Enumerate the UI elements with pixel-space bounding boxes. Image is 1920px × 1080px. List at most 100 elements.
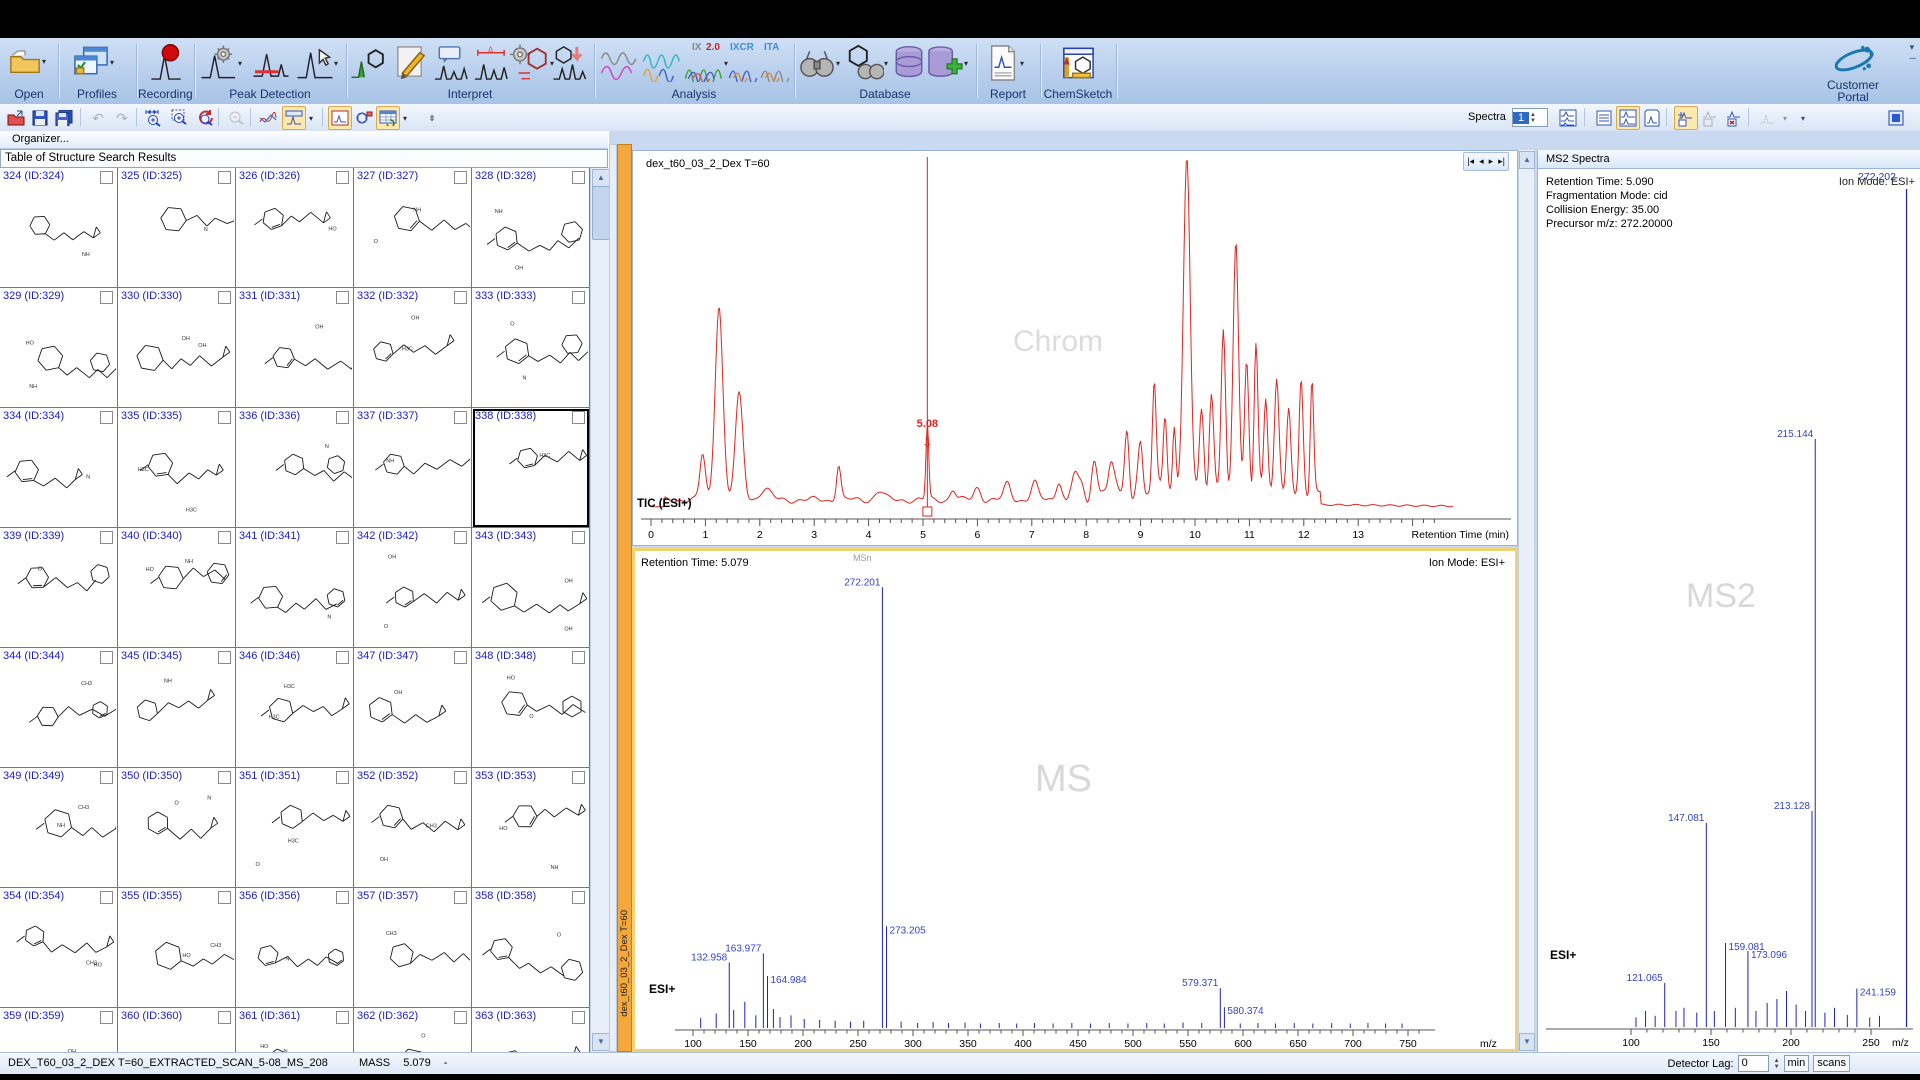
structure-cell[interactable]: 337 (ID:337)NH [354,408,472,528]
structure-cell[interactable]: 362 (ID:362)H3CO [354,1008,472,1052]
interpret-auto-button[interactable]: ▾ [510,44,554,82]
scrollbar-thumb[interactable] [592,186,610,240]
overlay-mode-button[interactable] [1756,106,1780,130]
structure-checkbox[interactable] [572,171,585,184]
profiles-button[interactable]: ▾ [72,44,114,80]
ribbon-options-icon[interactable]: ▾─ [1910,42,1916,63]
interpret-apply-button[interactable] [552,44,590,82]
db-search-button[interactable]: ▾ [798,44,840,82]
peaks-view-button[interactable] [282,106,306,130]
structure-cell[interactable]: 348 (ID:348)OHO [472,648,590,768]
structure-checkbox[interactable] [100,171,113,184]
structure-checkbox[interactable] [454,651,467,664]
structure-checkbox[interactable] [218,771,231,784]
structure-cell[interactable]: 340 (ID:340)HONH [118,528,236,648]
peaks-view-dropdown[interactable]: ▾ [304,106,318,130]
structure-checkbox[interactable] [336,771,349,784]
structure-checkbox[interactable] [572,531,585,544]
structure-checkbox[interactable] [336,531,349,544]
structure-cell[interactable]: 357 (ID:357)CH3 [354,888,472,1008]
add-spectrum-button[interactable] [1674,106,1698,130]
interpret-delta-button[interactable]: Δ [472,44,510,82]
structure-checkbox[interactable] [336,171,349,184]
structure-checkbox[interactable] [100,1011,113,1024]
organizer-bar[interactable]: Organizer... [0,131,608,149]
overlay-mode-dropdown[interactable]: ▾ [1778,106,1792,130]
spectra-stepper[interactable]: 1 ▲▼ [1512,108,1548,127]
analysis-compare-button[interactable] [642,44,682,82]
structure-grid-scrollbar[interactable]: ▲ ▼ [590,168,610,1052]
chromatogram-panel[interactable]: dex_t60_03_2_Dex T=60 |◂ ◂ ▸ ▸| Chrom012… [632,150,1518,546]
chromatogram-plot[interactable]: Chrom012345678910111213Retention Time (m… [633,151,1517,545]
document-scrollbar[interactable]: ▲ ▼ [1518,150,1535,1052]
stacked-view-button[interactable] [1640,106,1664,130]
structure-checkbox[interactable] [572,291,585,304]
extract-spectrum-button[interactable] [1698,106,1722,130]
zoom-select-button[interactable] [168,106,192,130]
structure-checkbox[interactable] [572,1011,585,1024]
structure-checkbox[interactable] [454,171,467,184]
structure-cell[interactable]: 347 (ID:347)OH [354,648,472,768]
structure-cell[interactable]: 363 (ID:363)HOH3C [472,1008,590,1052]
overlay-view-button[interactable] [1616,106,1640,130]
structure-checkbox[interactable] [454,771,467,784]
structure-checkbox[interactable] [336,651,349,664]
structure-cell[interactable]: 334 (ID:334)N [0,408,118,528]
scroll-up-icon[interactable]: ▲ [592,169,610,187]
scroll-down-icon[interactable]: ▼ [592,1033,610,1051]
structure-checkbox[interactable] [218,411,231,424]
structure-checkbox[interactable] [218,1011,231,1024]
redo-button[interactable]: ↷ [110,106,134,130]
stack-spectra-button[interactable] [1556,106,1580,130]
save-all-button[interactable] [52,106,76,130]
structure-cell[interactable]: 332 (ID:332)H3COH [354,288,472,408]
structure-cell[interactable]: 331 (ID:331)OH [236,288,354,408]
analysis-ita-button[interactable]: ITA [760,44,790,82]
table-window-dropdown[interactable]: ▾ [398,106,412,130]
structure-checkbox[interactable] [454,291,467,304]
structure-checkbox[interactable] [336,891,349,904]
structure-cell[interactable]: 344 (ID:344)CH3 [0,648,118,768]
fullscreen-button[interactable] [1884,106,1908,130]
units-min-button[interactable]: min [1784,1055,1810,1072]
analysis-ixcr-button[interactable]: IXCR [728,44,758,82]
structure-checkbox[interactable] [100,651,113,664]
structure-cell[interactable]: 360 (ID:360)CH3OH [118,1008,236,1052]
structure-window-button[interactable] [352,106,376,130]
structure-cell[interactable]: 336 (ID:336)N [236,408,354,528]
structure-cell[interactable]: 326 (ID:326)HO [236,168,354,288]
structure-checkbox[interactable] [572,651,585,664]
structure-checkbox[interactable] [100,771,113,784]
structure-checkbox[interactable] [218,651,231,664]
report-button[interactable]: ▾ [986,44,1024,82]
peak-manual-button[interactable]: ▾ [296,44,338,82]
scroll-down-icon[interactable]: ▼ [1519,1033,1535,1051]
structure-cell[interactable]: 356 (ID:356)N [236,888,354,1008]
db-open-button[interactable] [892,44,926,82]
db-add-button[interactable]: ▾ [926,44,968,82]
structure-cell[interactable]: 350 (ID:350)ON [118,768,236,888]
ms2-spectrum-plot[interactable]: MS2100150200250m/z121.065147.081159.0811… [1538,169,1920,1052]
structure-cell[interactable]: 339 (ID:339)O [0,528,118,648]
interpret-edit-button[interactable] [392,44,430,82]
open-button[interactable]: ▾ [8,44,46,78]
peak-detect-auto-button[interactable]: ▾ [200,44,242,82]
db-structure-search-button[interactable]: ▾ [844,44,888,82]
peak-baseline-button[interactable] [252,44,290,82]
structure-checkbox[interactable] [100,411,113,424]
structure-cell[interactable]: 349 (ID:349)NHCH3 [0,768,118,888]
structure-cell[interactable]: 341 (ID:341)N [236,528,354,648]
structure-checkbox[interactable] [336,1011,349,1024]
structure-checkbox[interactable] [454,891,467,904]
structure-cell[interactable]: 330 (ID:330)OHOH [118,288,236,408]
detector-lag-input[interactable]: 0 [1738,1055,1769,1072]
structure-checkbox[interactable] [454,1011,467,1024]
delete-spectrum-button[interactable] [1722,106,1746,130]
more-options-dropdown[interactable]: ▾ [1796,106,1810,130]
units-scans-button[interactable]: scans [1813,1055,1850,1072]
undo-button[interactable]: ↶ [86,106,110,130]
structure-cell[interactable]: 329 (ID:329)NHHO [0,288,118,408]
structure-cell[interactable]: 338 (ID:338)H3C [472,408,590,528]
structure-cell[interactable]: 335 (ID:335)H3CH3C [118,408,236,528]
open-file-button[interactable] [4,106,28,130]
